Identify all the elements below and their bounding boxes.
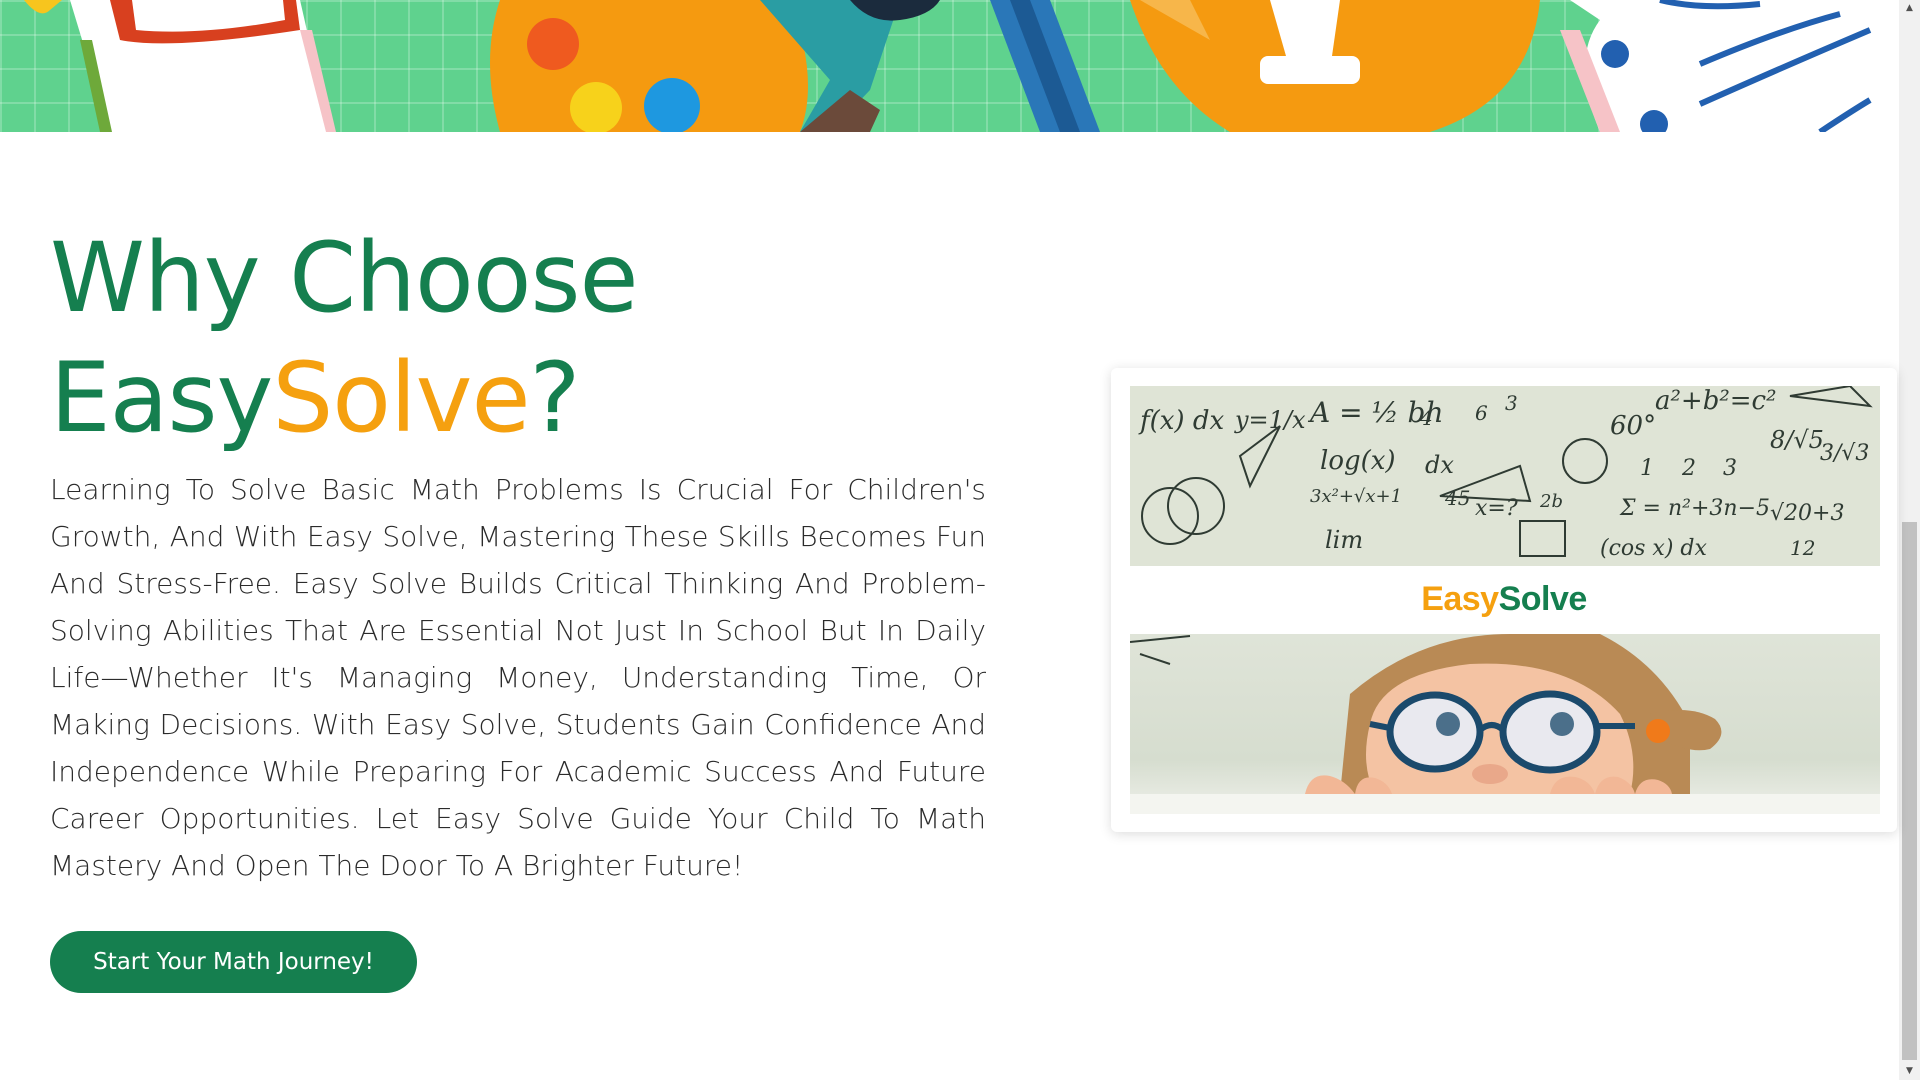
heading-brand-solve: Solve [272, 342, 530, 454]
section-heading: Why Choose EasySolve? [50, 218, 750, 458]
heading-question-mark: ? [529, 342, 581, 454]
heading-line1: Why Choose [50, 222, 639, 334]
math-formulas-image: f(x) dx y=1/x A = ½ bh 4 6 3 60° a²+b²=c² 8/√5 3/… [1130, 386, 1880, 566]
scrollbar-thumb[interactable] [1902, 522, 1917, 1060]
scroll-up-arrow-icon[interactable]: ▲ [1899, 0, 1920, 17]
scroll-down-arrow-icon[interactable]: ▼ [1899, 1063, 1920, 1080]
hero-banner [0, 0, 1899, 132]
heading-brand-easy: Easy [50, 342, 273, 454]
section-description: Learning To Solve Basic Math Problems Is… [50, 473, 986, 882]
start-math-journey-button[interactable]: Start Your Math Journey! [50, 931, 417, 993]
feature-image-card: f(x) dx y=1/x A = ½ bh 4 6 3 60° a²+b²=c² 8/√5 3/… [1111, 368, 1897, 832]
child-illustration [1130, 634, 1880, 814]
chalkboard-sketches [1141, 386, 1873, 557]
child-with-glasses-image [1130, 634, 1880, 814]
logo-solve: Solve [1498, 580, 1588, 618]
hero-illustration [24, 0, 1899, 132]
vertical-scrollbar[interactable]: ▲ ▼ [1899, 0, 1920, 1080]
logo-easy: Easy [1421, 580, 1499, 618]
easysolve-logo: EasySolve [1111, 580, 1897, 619]
